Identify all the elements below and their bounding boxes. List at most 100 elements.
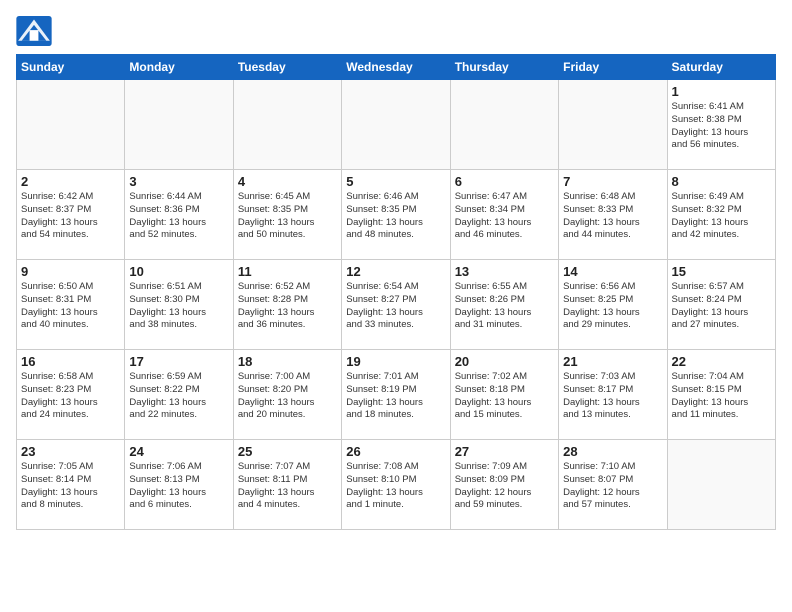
day-info: Sunrise: 7:06 AM Sunset: 8:13 PM Dayligh… bbox=[129, 461, 228, 512]
calendar-cell: 14 Sunrise: 6:56 AM Sunset: 8:25 PM Dayli… bbox=[559, 260, 667, 350]
calendar-cell: 19 Sunrise: 7:01 AM Sunset: 8:19 PM Dayli… bbox=[342, 350, 450, 440]
calendar-cell: 9 Sunrise: 6:50 AM Sunset: 8:31 PM Daylig… bbox=[17, 260, 125, 350]
day-info: Sunrise: 7:01 AM Sunset: 8:19 PM Dayligh… bbox=[346, 371, 445, 422]
header bbox=[16, 16, 776, 46]
day-info: Sunrise: 6:44 AM Sunset: 8:36 PM Dayligh… bbox=[129, 191, 228, 242]
day-number: 27 bbox=[455, 444, 554, 459]
calendar-week-2: 2 Sunrise: 6:42 AM Sunset: 8:37 PM Daylig… bbox=[17, 170, 776, 260]
day-number: 28 bbox=[563, 444, 662, 459]
day-number: 19 bbox=[346, 354, 445, 369]
day-info: Sunrise: 6:46 AM Sunset: 8:35 PM Dayligh… bbox=[346, 191, 445, 242]
day-number: 8 bbox=[672, 174, 771, 189]
day-info: Sunrise: 6:49 AM Sunset: 8:32 PM Dayligh… bbox=[672, 191, 771, 242]
day-info: Sunrise: 7:08 AM Sunset: 8:10 PM Dayligh… bbox=[346, 461, 445, 512]
calendar-cell: 13Sunrise: 6:55 AM Sunset: 8:26 PM Dayli… bbox=[450, 260, 558, 350]
calendar-cell: 21 Sunrise: 7:03 AM Sunset: 8:17 PM Dayli… bbox=[559, 350, 667, 440]
day-number: 21 bbox=[563, 354, 662, 369]
day-info: Sunrise: 6:56 AM Sunset: 8:25 PM Dayligh… bbox=[563, 281, 662, 332]
calendar-cell: 2 Sunrise: 6:42 AM Sunset: 8:37 PM Daylig… bbox=[17, 170, 125, 260]
calendar-cell: 6 Sunrise: 6:47 AM Sunset: 8:34 PM Daylig… bbox=[450, 170, 558, 260]
calendar-cell bbox=[667, 440, 775, 530]
day-info: Sunrise: 7:07 AM Sunset: 8:11 PM Dayligh… bbox=[238, 461, 337, 512]
day-info: Sunrise: 7:02 AM Sunset: 8:18 PM Dayligh… bbox=[455, 371, 554, 422]
calendar-cell: 11 Sunrise: 6:52 AM Sunset: 8:28 PM Dayli… bbox=[233, 260, 341, 350]
calendar-cell bbox=[125, 80, 233, 170]
calendar-cell: 1 Sunrise: 6:41 AM Sunset: 8:38 PM Daylig… bbox=[667, 80, 775, 170]
calendar-cell: 18 Sunrise: 7:00 AM Sunset: 8:20 PM Dayli… bbox=[233, 350, 341, 440]
calendar-week-3: 9 Sunrise: 6:50 AM Sunset: 8:31 PM Daylig… bbox=[17, 260, 776, 350]
calendar-cell: 28 Sunrise: 7:10 AM Sunset: 8:07 PM Dayli… bbox=[559, 440, 667, 530]
day-number: 10 bbox=[129, 264, 228, 279]
day-number: 24 bbox=[129, 444, 228, 459]
day-number: 22 bbox=[672, 354, 771, 369]
day-number: 2 bbox=[21, 174, 120, 189]
col-header-thursday: Thursday bbox=[450, 55, 558, 80]
day-number: 17 bbox=[129, 354, 228, 369]
calendar-week-1: 1 Sunrise: 6:41 AM Sunset: 8:38 PM Daylig… bbox=[17, 80, 776, 170]
day-number: 14 bbox=[563, 264, 662, 279]
logo-icon bbox=[16, 16, 52, 46]
day-number: 3 bbox=[129, 174, 228, 189]
day-number: 18 bbox=[238, 354, 337, 369]
calendar-cell: 15 Sunrise: 6:57 AM Sunset: 8:24 PM Dayli… bbox=[667, 260, 775, 350]
day-info: Sunrise: 6:50 AM Sunset: 8:31 PM Dayligh… bbox=[21, 281, 120, 332]
calendar-cell: 26 Sunrise: 7:08 AM Sunset: 8:10 PM Dayli… bbox=[342, 440, 450, 530]
day-info: Sunrise: 7:10 AM Sunset: 8:07 PM Dayligh… bbox=[563, 461, 662, 512]
day-number: 25 bbox=[238, 444, 337, 459]
col-header-sunday: Sunday bbox=[17, 55, 125, 80]
day-number: 26 bbox=[346, 444, 445, 459]
calendar-cell: 12Sunrise: 6:54 AM Sunset: 8:27 PM Dayli… bbox=[342, 260, 450, 350]
calendar-cell bbox=[342, 80, 450, 170]
day-info: Sunrise: 6:52 AM Sunset: 8:28 PM Dayligh… bbox=[238, 281, 337, 332]
calendar-cell: 22 Sunrise: 7:04 AM Sunset: 8:15 PM Dayli… bbox=[667, 350, 775, 440]
calendar-cell: 7 Sunrise: 6:48 AM Sunset: 8:33 PM Daylig… bbox=[559, 170, 667, 260]
day-number: 6 bbox=[455, 174, 554, 189]
day-number: 9 bbox=[21, 264, 120, 279]
calendar-cell: 5 Sunrise: 6:46 AM Sunset: 8:35 PM Daylig… bbox=[342, 170, 450, 260]
day-number: 11 bbox=[238, 264, 337, 279]
day-number: 15 bbox=[672, 264, 771, 279]
day-number: 20 bbox=[455, 354, 554, 369]
day-info: Sunrise: 6:42 AM Sunset: 8:37 PM Dayligh… bbox=[21, 191, 120, 242]
calendar-cell bbox=[233, 80, 341, 170]
day-number: 12 bbox=[346, 264, 445, 279]
calendar-cell: 3 Sunrise: 6:44 AM Sunset: 8:36 PM Daylig… bbox=[125, 170, 233, 260]
day-info: Sunrise: 6:51 AM Sunset: 8:30 PM Dayligh… bbox=[129, 281, 228, 332]
day-number: 23 bbox=[21, 444, 120, 459]
day-info: Sunrise: 7:09 AM Sunset: 8:09 PM Dayligh… bbox=[455, 461, 554, 512]
day-number: 13 bbox=[455, 264, 554, 279]
calendar-cell: 25 Sunrise: 7:07 AM Sunset: 8:11 PM Dayli… bbox=[233, 440, 341, 530]
calendar-cell: 8 Sunrise: 6:49 AM Sunset: 8:32 PM Daylig… bbox=[667, 170, 775, 260]
calendar-cell: 10 Sunrise: 6:51 AM Sunset: 8:30 PM Dayli… bbox=[125, 260, 233, 350]
col-header-wednesday: Wednesday bbox=[342, 55, 450, 80]
day-info: Sunrise: 6:48 AM Sunset: 8:33 PM Dayligh… bbox=[563, 191, 662, 242]
day-info: Sunrise: 6:59 AM Sunset: 8:22 PM Dayligh… bbox=[129, 371, 228, 422]
calendar-week-5: 23 Sunrise: 7:05 AM Sunset: 8:14 PM Dayli… bbox=[17, 440, 776, 530]
calendar-cell: 16 Sunrise: 6:58 AM Sunset: 8:23 PM Dayli… bbox=[17, 350, 125, 440]
col-header-friday: Friday bbox=[559, 55, 667, 80]
calendar-cell: 27 Sunrise: 7:09 AM Sunset: 8:09 PM Dayli… bbox=[450, 440, 558, 530]
day-info: Sunrise: 7:00 AM Sunset: 8:20 PM Dayligh… bbox=[238, 371, 337, 422]
calendar-cell: 20 Sunrise: 7:02 AM Sunset: 8:18 PM Dayli… bbox=[450, 350, 558, 440]
day-info: Sunrise: 6:57 AM Sunset: 8:24 PM Dayligh… bbox=[672, 281, 771, 332]
day-number: 1 bbox=[672, 84, 771, 99]
day-info: Sunrise: 6:47 AM Sunset: 8:34 PM Dayligh… bbox=[455, 191, 554, 242]
calendar-cell: 4Sunrise: 6:45 AM Sunset: 8:35 PM Daylig… bbox=[233, 170, 341, 260]
calendar-cell bbox=[559, 80, 667, 170]
day-info: Sunrise: 6:58 AM Sunset: 8:23 PM Dayligh… bbox=[21, 371, 120, 422]
col-header-tuesday: Tuesday bbox=[233, 55, 341, 80]
day-number: 5 bbox=[346, 174, 445, 189]
calendar-cell: 24 Sunrise: 7:06 AM Sunset: 8:13 PM Dayli… bbox=[125, 440, 233, 530]
day-info: Sunrise: 7:05 AM Sunset: 8:14 PM Dayligh… bbox=[21, 461, 120, 512]
day-number: 7 bbox=[563, 174, 662, 189]
calendar-header-row: SundayMondayTuesdayWednesdayThursdayFrid… bbox=[17, 55, 776, 80]
day-info: Sunrise: 7:04 AM Sunset: 8:15 PM Dayligh… bbox=[672, 371, 771, 422]
col-header-monday: Monday bbox=[125, 55, 233, 80]
calendar-cell bbox=[450, 80, 558, 170]
logo bbox=[16, 16, 56, 46]
day-number: 16 bbox=[21, 354, 120, 369]
calendar-cell: 17 Sunrise: 6:59 AM Sunset: 8:22 PM Dayli… bbox=[125, 350, 233, 440]
calendar-table: SundayMondayTuesdayWednesdayThursdayFrid… bbox=[16, 54, 776, 530]
day-info: Sunrise: 6:41 AM Sunset: 8:38 PM Dayligh… bbox=[672, 101, 771, 152]
day-info: Sunrise: 7:03 AM Sunset: 8:17 PM Dayligh… bbox=[563, 371, 662, 422]
